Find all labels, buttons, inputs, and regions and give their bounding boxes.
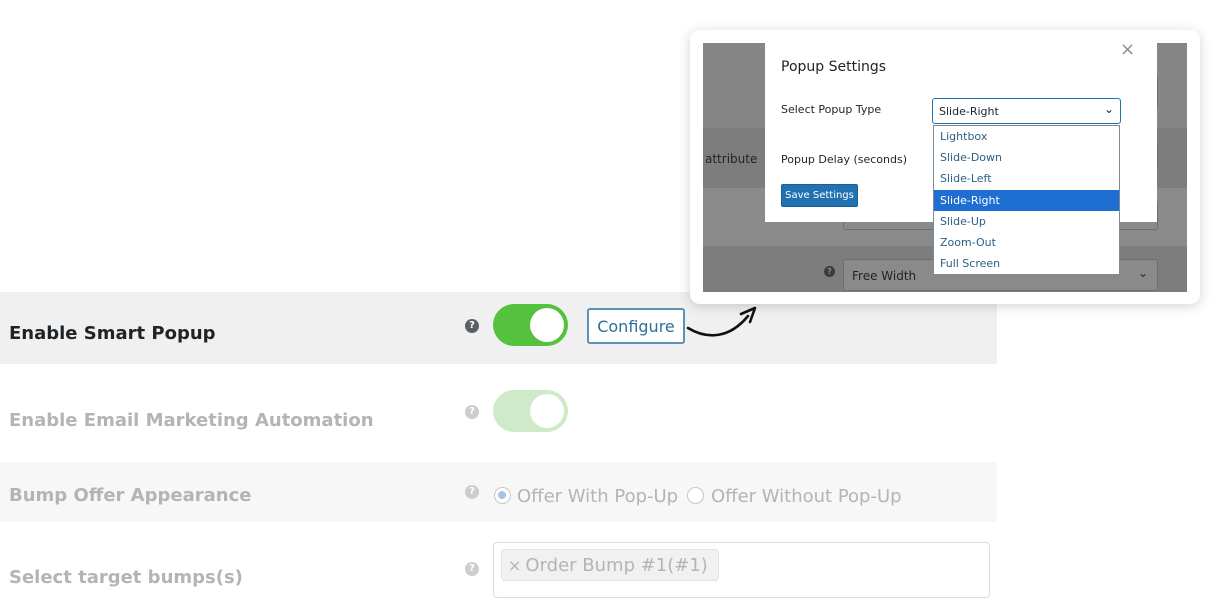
popup-type-label: Select Popup Type — [781, 103, 882, 116]
bump-appearance-label: Bump Offer Appearance — [9, 485, 252, 506]
bump-chip: × Order Bump #1(#1) — [501, 549, 719, 581]
option-slide-up[interactable]: Slide-Up — [934, 211, 1119, 232]
option-zoom-out[interactable]: Zoom-Out — [934, 232, 1119, 253]
email-automation-label: Enable Email Marketing Automation — [9, 410, 374, 431]
popup-settings-preview-card: attribute ? Free Width ⌄ Popup Settings … — [690, 30, 1200, 304]
help-icon: ? — [824, 266, 835, 277]
toggle-knob — [530, 308, 564, 342]
backdrop-attribute-text: attribute — [705, 152, 758, 166]
radio-offer-with-popup[interactable] — [494, 487, 511, 504]
help-icon[interactable]: ? — [465, 562, 479, 576]
radio-label-without-popup: Offer Without Pop-Up — [711, 486, 902, 507]
popup-type-options: Lightbox Slide-Down Slide-Left Slide-Rig… — [933, 125, 1120, 275]
modal-title: Popup Settings — [781, 59, 887, 75]
save-settings-button[interactable]: Save Settings — [781, 184, 858, 207]
setting-row-email-automation: Enable Email Marketing Automation ? — [0, 376, 997, 460]
option-lightbox[interactable]: Lightbox — [934, 126, 1119, 147]
popup-type-value: Slide-Right — [939, 105, 999, 118]
option-slide-left[interactable]: Slide-Left — [934, 168, 1119, 189]
chip-remove-icon[interactable]: × — [508, 556, 521, 575]
email-automation-toggle[interactable] — [493, 390, 568, 432]
smart-popup-toggle[interactable] — [493, 304, 568, 346]
radio-label-with-popup: Offer With Pop-Up — [517, 486, 679, 507]
target-bumps-label: Select target bumps(s) — [9, 567, 243, 588]
width-select-value: Free Width — [852, 269, 917, 283]
chevron-down-icon: ⌄ — [1138, 266, 1149, 280]
curved-arrow-icon — [686, 306, 757, 337]
setting-row-target-bumps: Select target bumps(s) ? × Order Bump #1… — [0, 530, 997, 613]
configure-button[interactable]: Configure — [587, 308, 685, 344]
toggle-knob — [530, 394, 564, 428]
help-icon[interactable]: ? — [465, 405, 479, 419]
chevron-down-icon: ⌄ — [1103, 102, 1114, 116]
setting-row-bump-appearance: Bump Offer Appearance ? Offer With Pop-U… — [0, 462, 997, 522]
help-icon[interactable]: ? — [465, 485, 479, 499]
close-icon[interactable]: × — [1120, 39, 1135, 60]
popup-delay-label: Popup Delay (seconds) — [781, 153, 907, 166]
help-icon[interactable]: ? — [465, 319, 479, 333]
option-slide-right[interactable]: Slide-Right — [934, 190, 1119, 211]
option-slide-down[interactable]: Slide-Down — [934, 147, 1119, 168]
chip-label: Order Bump #1(#1) — [525, 554, 708, 576]
radio-offer-without-popup[interactable] — [687, 487, 704, 504]
option-full-screen[interactable]: Full Screen — [934, 253, 1119, 274]
target-bumps-select[interactable]: × Order Bump #1(#1) — [493, 542, 990, 598]
popup-type-select[interactable]: Slide-Right ⌄ — [932, 98, 1121, 124]
smart-popup-label: Enable Smart Popup — [9, 323, 216, 344]
